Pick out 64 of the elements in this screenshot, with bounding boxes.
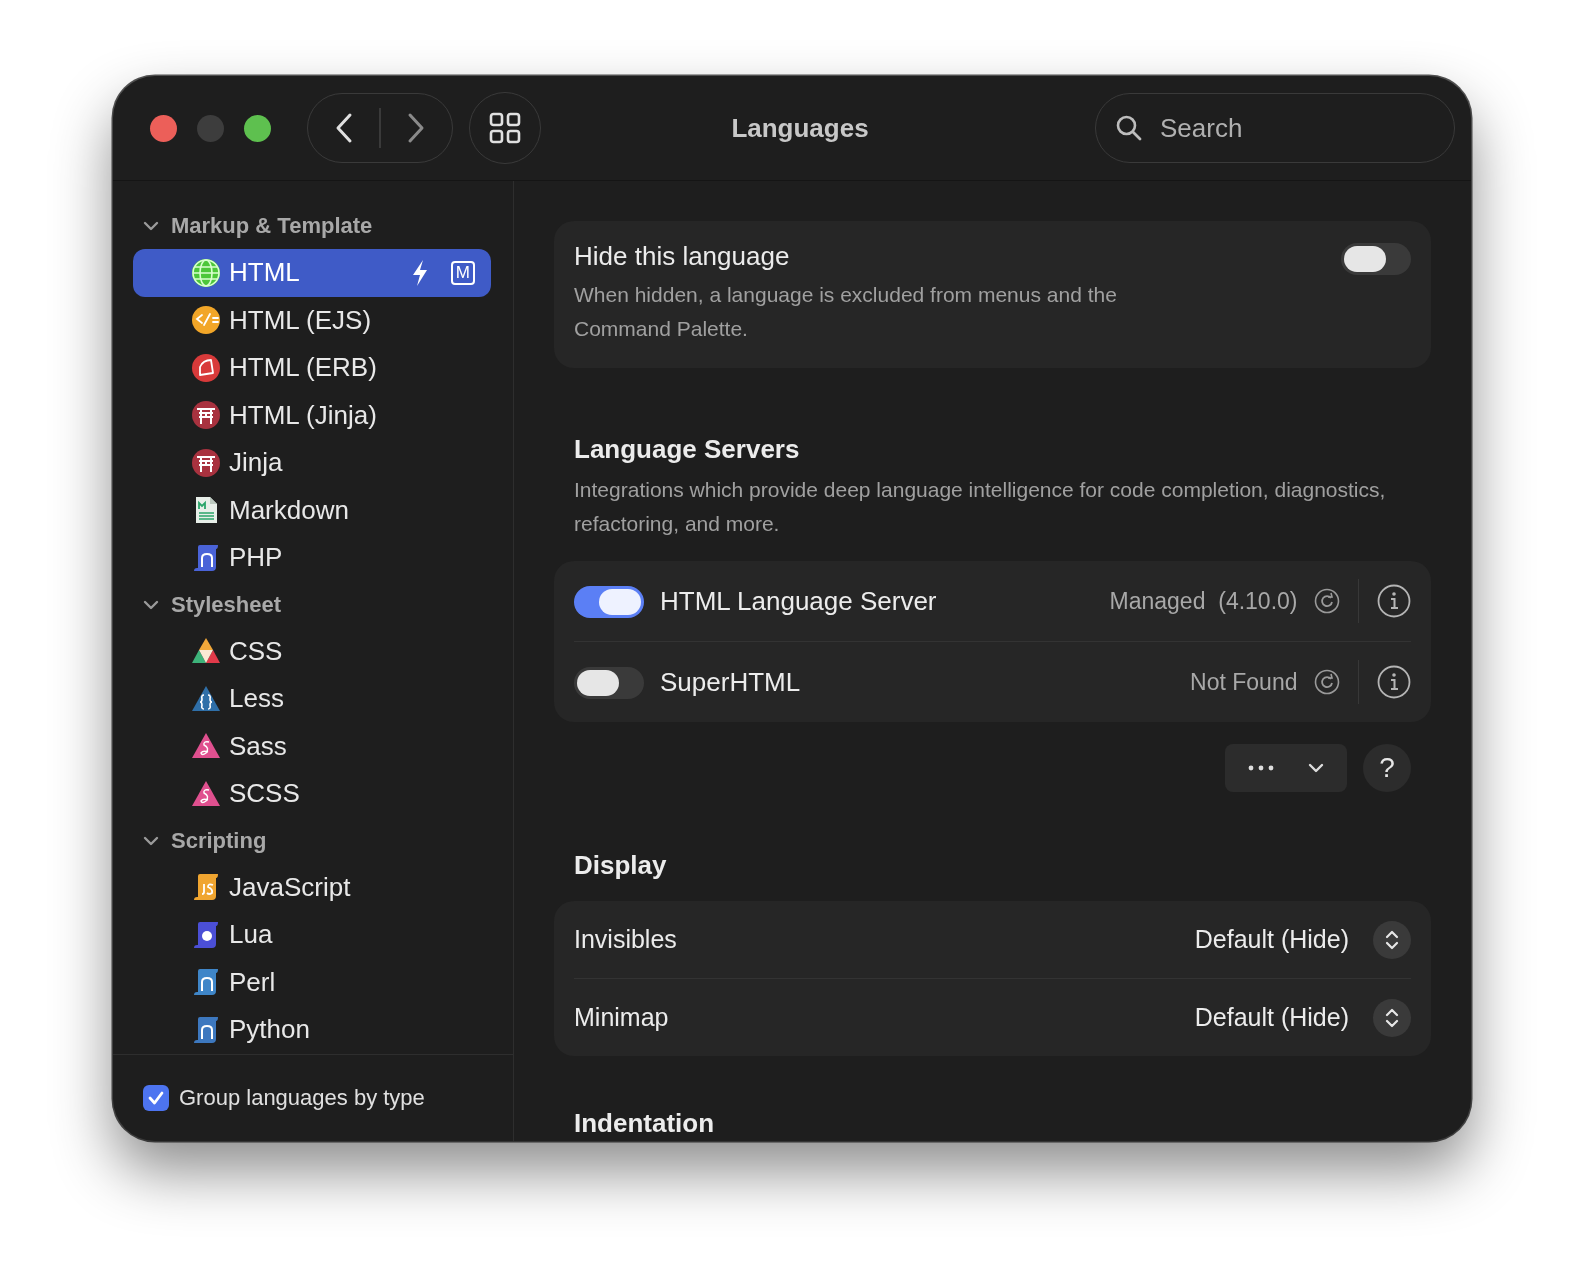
scroll-icon — [191, 872, 221, 903]
globe-icon — [191, 257, 221, 288]
close-button[interactable] — [150, 114, 177, 142]
scroll-icon — [191, 1014, 221, 1045]
sidebar-item[interactable]: HTML M — [133, 249, 491, 297]
search-field[interactable]: Search — [1095, 93, 1455, 163]
sidebar-item[interactable]: Jinja — [133, 439, 491, 487]
sidebar-item[interactable]: Perl — [133, 958, 491, 1006]
chevron-icon — [1308, 763, 1324, 773]
code-badge-icon — [191, 305, 221, 336]
scroll-icon — [191, 919, 221, 950]
sidebar-item[interactable]: HTML (EJS) — [133, 296, 491, 344]
section-heading: Language Servers — [574, 434, 801, 465]
setting-title: Hide this language — [574, 241, 791, 272]
sidebar-item[interactable]: HTML (Jinja) — [133, 391, 491, 439]
sidebar-item[interactable]: HTML (ERB) — [133, 344, 491, 392]
popup-value[interactable]: Default (Hide) — [1194, 1003, 1349, 1032]
gem-icon — [191, 352, 221, 383]
help-button[interactable]: ? — [1363, 744, 1411, 792]
sidebar-item[interactable]: Lua — [133, 911, 491, 959]
info-icon[interactable] — [1377, 584, 1411, 618]
server-status: Not Found — [1190, 668, 1298, 696]
scroll-icon — [191, 542, 221, 573]
toggle-switch[interactable] — [574, 667, 644, 699]
grid-icon — [489, 112, 521, 144]
setting-label: Invisibles — [574, 925, 678, 954]
group-header[interactable]: Markup & Template — [133, 203, 491, 249]
sidebar-item[interactable]: Python — [133, 1006, 491, 1054]
toggle-switch[interactable] — [1341, 243, 1411, 275]
popup-value[interactable]: Default (Hide) — [1194, 925, 1349, 954]
sidebar-item[interactable]: PHP — [133, 534, 491, 582]
sidebar-item[interactable]: CSS — [133, 627, 491, 675]
section-heading: Indentation — [574, 1108, 716, 1139]
sidebar-item[interactable]: JavaScript — [133, 863, 491, 911]
server-status: Managed (4.10.0) — [1109, 587, 1298, 615]
refresh-icon[interactable] — [1313, 669, 1340, 695]
sidebar-item[interactable]: Less — [133, 675, 491, 723]
sidebar-item[interactable]: SCSS — [133, 770, 491, 818]
server-name: SuperHTML — [660, 666, 802, 698]
section-description: Integrations which provide deep language intelligence for code completion, diagnostics, refactoring, and more. — [574, 477, 1387, 537]
setting-label: Minimap — [574, 1003, 670, 1032]
setting-description: When hidden, a language is excluded from menus and the Command Palette. — [574, 282, 1118, 342]
stepper-icon[interactable] — [1373, 920, 1411, 959]
search-icon — [1115, 114, 1143, 142]
section-heading: Display — [574, 850, 668, 881]
group-header[interactable]: Stylesheet — [133, 581, 491, 628]
stepper-icon[interactable] — [1373, 998, 1411, 1037]
info-icon[interactable] — [1377, 665, 1411, 699]
gate-icon — [191, 447, 221, 478]
toggle-switch[interactable] — [574, 586, 644, 618]
group-header[interactable]: Scripting — [133, 817, 491, 864]
refresh-icon[interactable] — [1313, 588, 1340, 614]
gate-icon — [191, 400, 221, 431]
sidebar-item[interactable]: Markdown — [133, 486, 491, 534]
zoom-button[interactable] — [244, 114, 271, 142]
checkbox-label: Group languages by type — [179, 1085, 425, 1111]
status-badge: M — [450, 260, 475, 285]
lightning-icon — [410, 258, 429, 287]
checkbox[interactable] — [143, 1085, 169, 1111]
server-name: HTML Language Server — [660, 585, 938, 617]
window-title: Languages — [730, 112, 870, 144]
sidebar-item[interactable]: Sass — [133, 722, 491, 770]
more-icon — [1248, 765, 1274, 771]
scroll-icon — [191, 967, 221, 998]
